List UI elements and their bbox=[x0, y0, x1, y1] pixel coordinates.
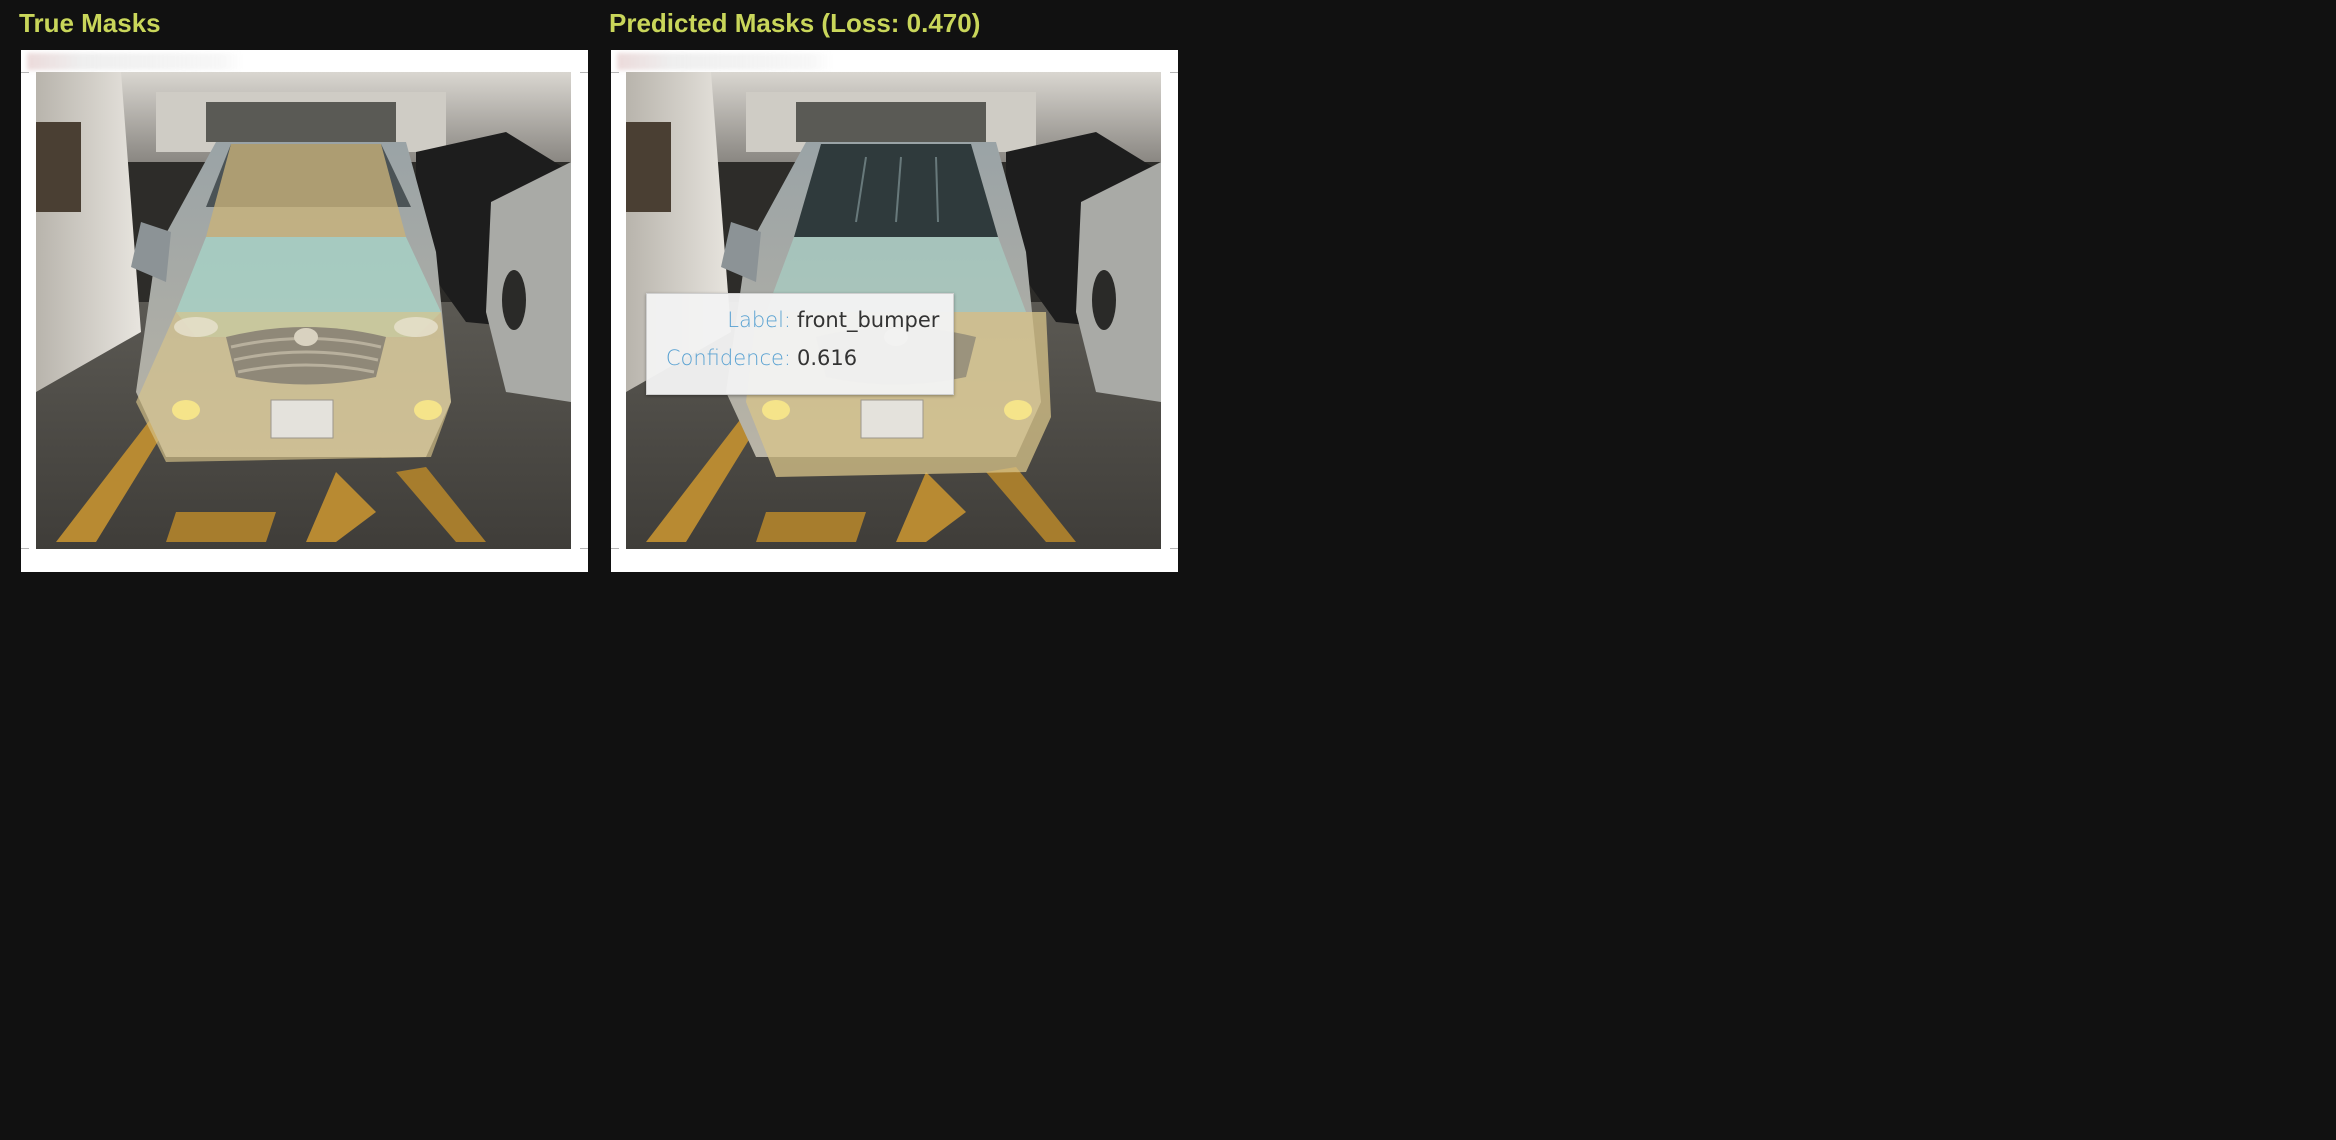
mask-tooltip: Label: front_bumper Confidence: 0.616 bbox=[646, 293, 954, 395]
tooltip-label-row: Label: front_bumper bbox=[647, 308, 953, 338]
tooltip-label-value: front_bumper bbox=[797, 308, 940, 332]
figure-toolbar-blur bbox=[27, 53, 243, 70]
tooltip-confidence-key: Confidence: bbox=[665, 346, 791, 370]
figure-toolbar-blur bbox=[617, 53, 833, 70]
axis-tick bbox=[611, 548, 619, 549]
true-masks-title: True Masks bbox=[19, 8, 161, 38]
axis-tick bbox=[21, 548, 29, 549]
tooltip-confidence-value: 0.616 bbox=[797, 346, 858, 370]
tooltip-confidence-row: Confidence: 0.616 bbox=[647, 346, 953, 376]
axis-tick bbox=[580, 548, 588, 549]
axis-tick bbox=[1170, 72, 1178, 73]
axis-tick bbox=[611, 72, 619, 73]
axis-tick bbox=[580, 72, 588, 73]
predicted-masks-title: Predicted Masks (Loss: 0.470) bbox=[609, 8, 981, 38]
axis-tick bbox=[1170, 548, 1178, 549]
axis-tick bbox=[21, 72, 29, 73]
tooltip-label-key: Label: bbox=[727, 308, 791, 332]
car-image-true bbox=[36, 72, 571, 549]
true-masks-figure bbox=[21, 50, 588, 572]
